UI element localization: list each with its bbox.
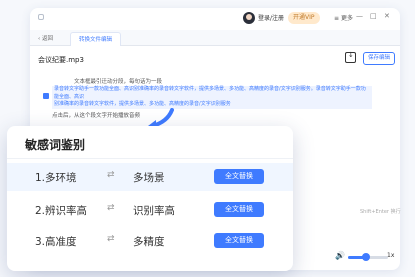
paragraph-hint[interactable]: 文本框最引迁动分段，每句话为一段 [74, 77, 162, 85]
panel-title: 敏感词鉴别 [25, 138, 86, 152]
list-item: 1.多环境 ⇄ 多场景 全文替换 [7, 163, 293, 191]
avatar[interactable] [243, 12, 255, 24]
replacement-word: 多场景 [133, 172, 165, 184]
file-name: 会议纪要.mp3 [38, 56, 84, 64]
back-label: 返回 [41, 36, 53, 42]
replace-all-button[interactable]: 全文替换 [214, 202, 264, 217]
close-icon[interactable]: ✕ [384, 12, 390, 20]
title-bar: 登录/注册 开通VIP ≡ 更多 — □ ✕ [30, 8, 400, 28]
window-menu-icon[interactable] [38, 14, 44, 20]
playback-speed[interactable]: 1x [387, 252, 394, 259]
sensitive-words-panel: 敏感词鉴别 1.多环境 ⇄ 多场景 全文替换 2.辨识率高 ⇄ 识别率高 全文替… [7, 126, 293, 271]
replace-all-button[interactable]: 全文替换 [214, 233, 264, 248]
more-label: 更多 [341, 15, 354, 22]
save-edit-button[interactable]: 保存编辑 [363, 52, 395, 65]
swap-icon: ⇄ [107, 203, 115, 213]
panel-divider [7, 158, 293, 159]
swap-icon: ⇄ [107, 234, 115, 244]
original-word: 2.辨识率高 [35, 205, 88, 217]
replacement-word: 识别率高 [133, 205, 175, 217]
export-icon[interactable] [345, 51, 356, 63]
volume-icon[interactable]: 🔊 [335, 251, 345, 260]
paragraph-checkbox[interactable] [43, 93, 49, 99]
highlight-line: 录音转文字助手一款功能全面、高识别准确率的录音转文字软件，提供多场景、多功能、高… [54, 86, 366, 100]
minimize-icon[interactable]: — [356, 12, 363, 20]
swap-icon: ⇄ [107, 170, 115, 180]
replacement-word: 多精度 [133, 236, 165, 248]
list-item: 2.辨识率高 ⇄ 识别率高 全文替换 [7, 196, 293, 224]
original-word: 1.多环境 [35, 172, 77, 184]
newline-hint: Shift+Enter 换行 [360, 209, 401, 215]
list-item: 3.高准度 ⇄ 多精度 全文替换 [7, 227, 293, 255]
original-word: 3.高准度 [35, 236, 77, 248]
login-link[interactable]: 登录/注册 [258, 13, 284, 22]
paragraph-play-hint[interactable]: 点击后，从这个段文字开始播放音频 [52, 111, 140, 119]
highlight-line: 别准确率的录音转文字软件，提供多场景、多功能、高精度的录音/文字识别服务 [54, 101, 231, 108]
vip-button[interactable]: 开通VIP [288, 12, 320, 24]
back-button[interactable]: ‹ 返回 [38, 34, 53, 42]
volume-knob[interactable] [362, 253, 370, 261]
tab-file-edit[interactable]: 转换文件编辑 [70, 32, 122, 46]
more-button[interactable]: ≡ 更多 [334, 13, 353, 22]
highlighted-paragraph[interactable]: 录音转文字助手一款功能全面、高识别准确率的录音转文字软件，提供多场景、多功能、高… [52, 86, 372, 109]
tab-bar: ‹ 返回 转换文件编辑 [30, 30, 400, 46]
volume-slider[interactable] [348, 253, 388, 261]
menu-icon: ≡ [334, 15, 340, 22]
maximize-icon[interactable]: □ [370, 12, 377, 20]
replace-all-button[interactable]: 全文替换 [214, 169, 264, 184]
